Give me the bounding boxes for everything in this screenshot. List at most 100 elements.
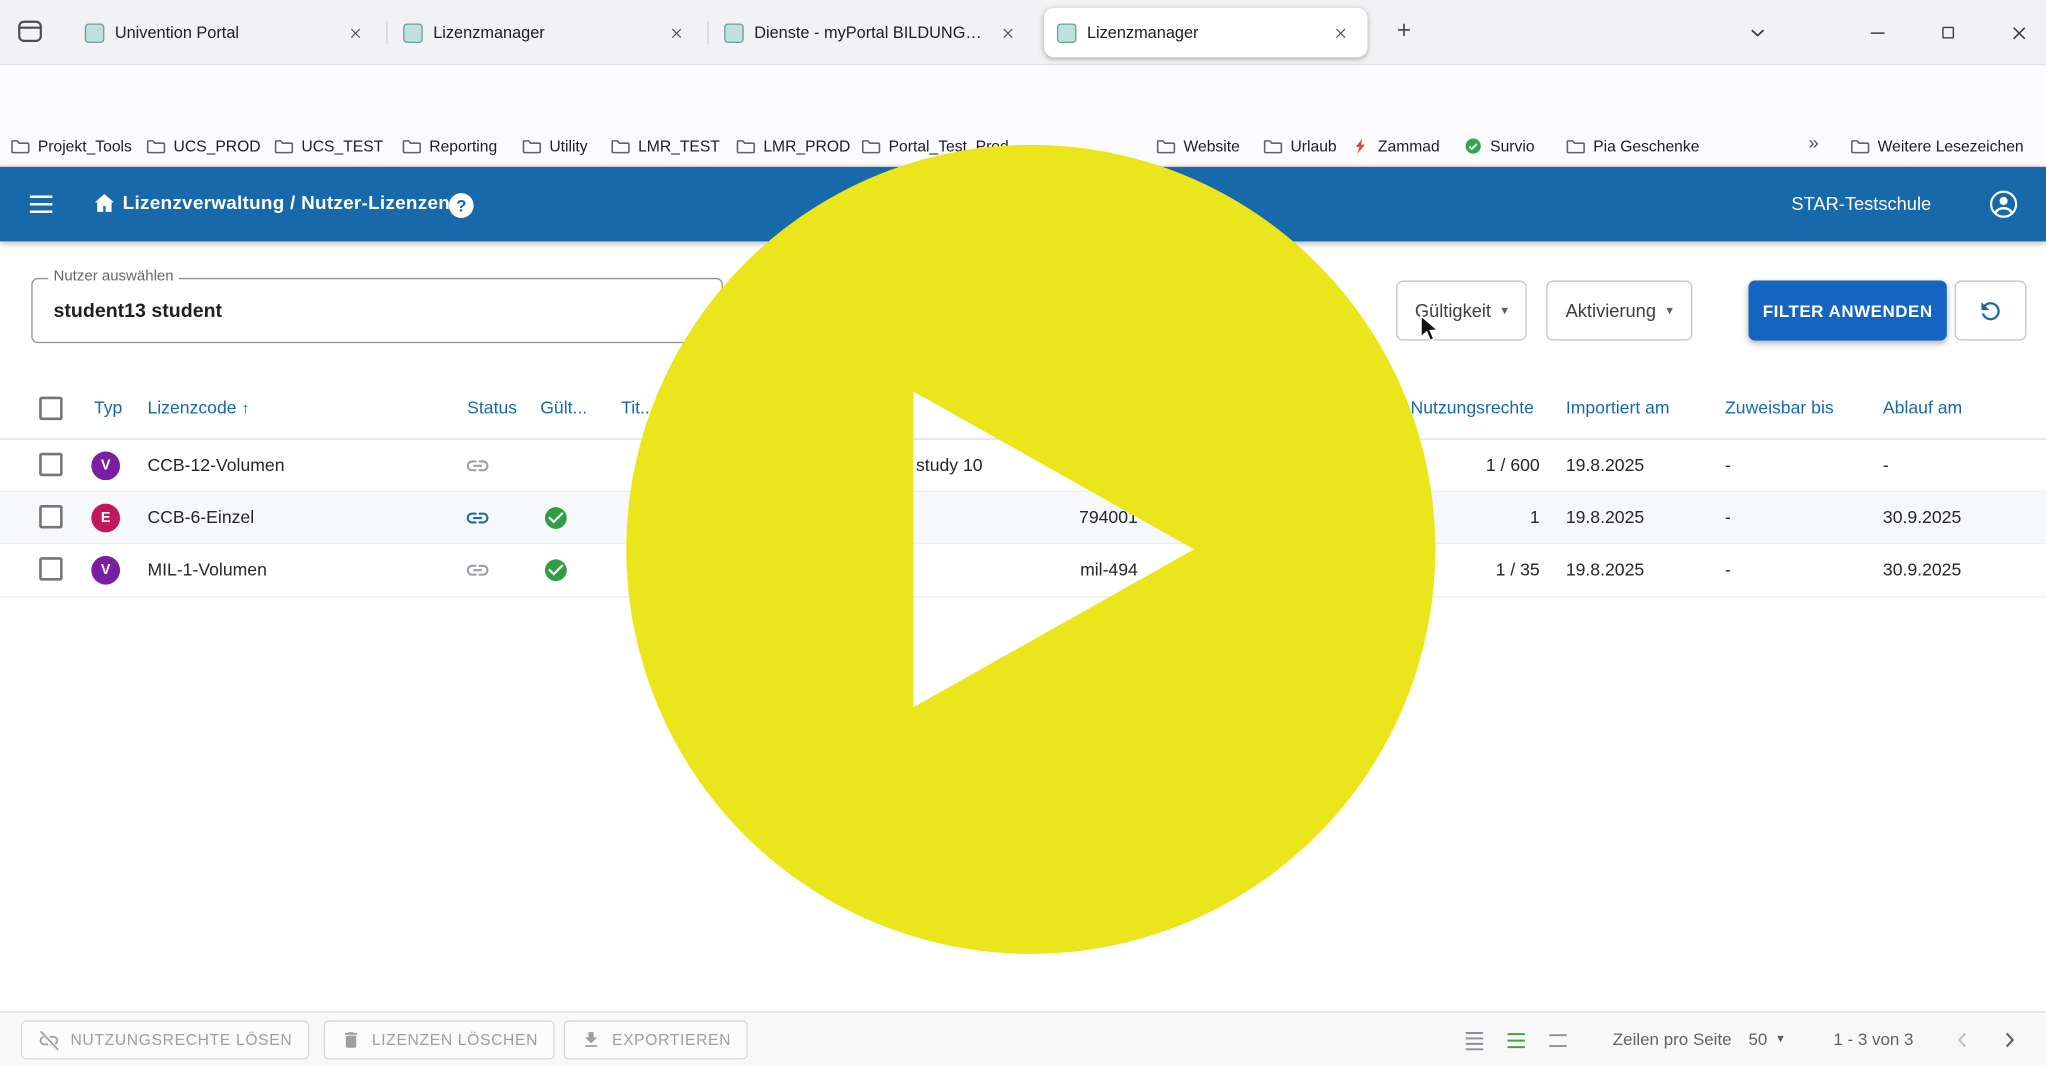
rows-per-page-select[interactable]: 50 <box>1748 1013 1767 1068</box>
table-row[interactable]: V CCB-12-Volumen study 10 1 / 600 19.8.2… <box>0 440 2046 492</box>
bookmark-item-survio[interactable]: Survio <box>1464 130 1534 160</box>
user-account-icon[interactable] <box>1987 188 2020 221</box>
site-favicon <box>85 23 105 43</box>
bookmark-label: UCS_PROD <box>174 136 261 154</box>
tab-close-icon[interactable] <box>994 22 1021 44</box>
tab-univention-portal[interactable]: Univention Portal <box>72 8 383 58</box>
help-icon[interactable]: ? <box>449 193 474 218</box>
user-select-input[interactable] <box>53 279 679 342</box>
tab-lizenzmanager-1[interactable]: Lizenzmanager <box>390 8 703 58</box>
folder-icon <box>1566 137 1586 154</box>
folder-icon <box>1263 137 1283 154</box>
bookmark-item[interactable]: Website <box>1156 130 1240 160</box>
bookmark-item[interactable]: Portal_Test_Prod <box>861 130 1009 160</box>
col-header-typ[interactable]: Typ <box>94 382 122 434</box>
list-all-tabs-icon[interactable] <box>1738 16 1777 50</box>
delete-licenses-button[interactable]: LIZENZEN LÖSCHEN <box>324 1020 555 1059</box>
home-icon[interactable] <box>90 189 119 218</box>
bookmark-item-zammad[interactable]: Zammad <box>1352 130 1440 160</box>
bookmark-label: Portal_Test_Prod <box>889 136 1009 154</box>
window-close-button[interactable] <box>1999 16 2038 50</box>
license-code: CCB-6-Einzel <box>147 492 254 544</box>
tab-dienste-myportal[interactable]: Dienste - myPortal BILDUNGSLO <box>711 8 1035 58</box>
col-header-titel[interactable]: Tit... <box>621 382 655 434</box>
bookmark-item[interactable]: Utility <box>522 130 588 160</box>
bookmark-label: LMR_TEST <box>638 136 720 154</box>
row-checkbox[interactable] <box>39 453 62 476</box>
more-bookmarks-folder[interactable]: Weitere Lesezeichen <box>1850 130 2023 160</box>
activation-filter-dropdown[interactable]: Aktivierung ▾ <box>1546 281 1692 341</box>
release-usage-rights-button[interactable]: NUTZUNGSRECHTE LÖSEN <box>21 1020 309 1059</box>
folder-icon <box>10 137 30 154</box>
table-row[interactable]: E CCB-6-Einzel 794001 1 19.8.2025 - 30.9… <box>0 492 2046 544</box>
new-tab-button[interactable]: + <box>1386 13 1423 50</box>
app-menu-icon[interactable] <box>26 189 56 219</box>
col-header-ablauf-am[interactable]: Ablauf am <box>1883 382 1962 434</box>
bookmark-item[interactable]: UCS_PROD <box>146 130 260 160</box>
bookmark-item[interactable]: Urlaub <box>1263 130 1337 160</box>
user-select-field[interactable]: Nutzer auswählen <box>31 278 723 343</box>
col-header-label: Lizenzcode <box>147 398 236 418</box>
col-header-zuweisbar-bis[interactable]: Zuweisbar bis <box>1725 382 1834 434</box>
window-maximize-button[interactable] <box>1929 16 1968 50</box>
bookmark-item[interactable]: UCS_TEST <box>274 130 383 160</box>
folder-icon <box>736 137 756 154</box>
window-minimize-button[interactable] <box>1858 16 1897 50</box>
usage-rights: 1 / 35 <box>1383 544 1540 596</box>
chevron-down-icon: ▾ <box>1501 303 1508 317</box>
tab-close-icon[interactable] <box>1327 22 1354 44</box>
col-header-status[interactable]: Status <box>467 382 517 434</box>
sort-ascending-icon: ↑ <box>242 399 250 417</box>
bookmark-label: Website <box>1183 136 1239 154</box>
folder-icon <box>861 137 881 154</box>
tab-title: Lizenzmanager <box>1087 23 1317 41</box>
density-standard-icon[interactable] <box>1501 1027 1532 1053</box>
select-all-checkbox[interactable] <box>39 397 62 420</box>
bookmark-item[interactable]: LMR_TEST <box>611 130 720 160</box>
col-header-gueltig[interactable]: Gült... <box>540 382 587 434</box>
table-row[interactable]: V MIL-1-Volumen mil-494 1 / 35 19.8.2025… <box>0 544 2046 597</box>
bookmark-item[interactable]: Projekt_Tools <box>10 130 131 160</box>
tab-close-icon[interactable] <box>663 22 690 44</box>
survio-check-icon <box>1464 136 1482 154</box>
valid-check-icon <box>543 557 569 583</box>
usage-rights: 1 <box>1383 492 1540 544</box>
row-checkbox[interactable] <box>39 505 62 528</box>
breadcrumb[interactable]: Lizenzverwaltung / Nutzer-Lizenzen <box>123 167 450 241</box>
expiry-date: - <box>1883 440 1889 492</box>
next-page-icon[interactable] <box>1994 1027 2025 1053</box>
bookmarks-overflow-chevron[interactable]: » <box>1809 132 1817 153</box>
link-off-icon <box>38 1029 60 1051</box>
imported-date: 19.8.2025 <box>1566 492 1644 544</box>
export-button[interactable]: EXPORTIEREN <box>564 1020 748 1059</box>
apply-filter-button[interactable]: FILTER ANWENDEN <box>1748 281 1946 341</box>
usage-rights: 1 / 600 <box>1383 440 1540 492</box>
bookmark-label: Zammad <box>1378 136 1440 154</box>
col-header-lizenzcode[interactable]: Lizenzcode ↑ <box>147 382 249 434</box>
activation-filter-label: Aktivierung <box>1566 300 1656 321</box>
col-header-nutzungsrechte[interactable]: Nutzungsrechte <box>1411 382 1534 434</box>
site-favicon <box>403 23 423 43</box>
tab-title: Dienste - myPortal BILDUNGSLO <box>754 23 984 41</box>
chevron-down-icon: ▾ <box>1777 1013 1784 1068</box>
row-checkbox[interactable] <box>39 557 62 580</box>
tab-lizenzmanager-active[interactable]: Lizenzmanager <box>1044 8 1368 58</box>
bookmark-label: Reporting <box>429 136 497 154</box>
col-header-importiert-am[interactable]: Importiert am <box>1566 382 1670 434</box>
previous-page-icon[interactable] <box>1947 1027 1978 1053</box>
bookmark-item[interactable]: LMR_PROD <box>736 130 850 160</box>
assigned-link-icon <box>465 453 491 479</box>
bookmark-item[interactable]: Reporting <box>402 130 497 160</box>
density-relaxed-icon[interactable] <box>1542 1027 1573 1053</box>
table-header-row: Typ Lizenzcode ↑ Status Gült... Tit... Nu… <box>0 382 2046 439</box>
reset-filter-button[interactable] <box>1955 281 2027 341</box>
density-compact-icon[interactable] <box>1459 1027 1490 1053</box>
bookmark-label: Pia Geschenke <box>1593 136 1699 154</box>
bookmark-item[interactable]: Pia Geschenke <box>1566 130 1700 160</box>
license-title: 794001 <box>929 492 1138 544</box>
license-type-badge: V <box>91 556 120 585</box>
assigned-link-icon <box>465 557 491 583</box>
validity-filter-dropdown[interactable]: Gültigkeit ▾ <box>1396 281 1526 341</box>
firefox-view-icon[interactable] <box>16 17 45 46</box>
tab-close-icon[interactable] <box>342 22 369 44</box>
